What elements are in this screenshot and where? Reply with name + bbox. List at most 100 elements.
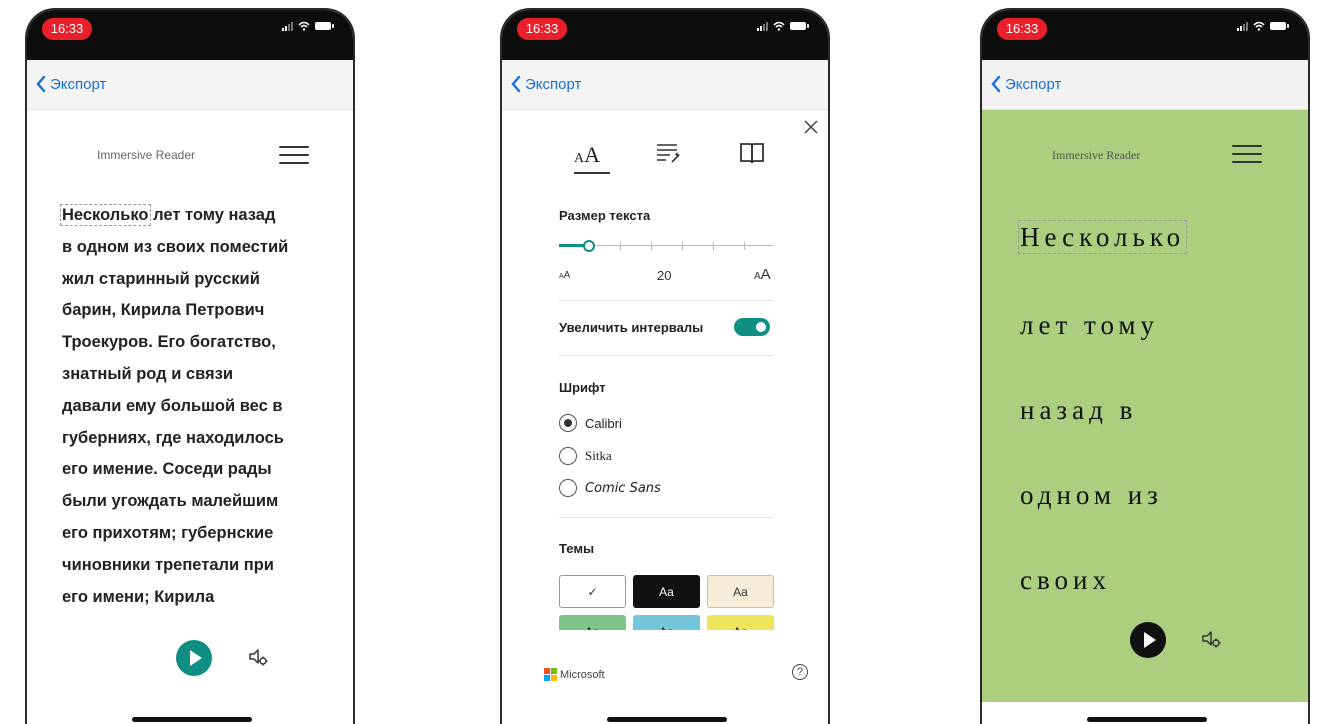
- reader-line: Несколько: [1017, 220, 1188, 254]
- slider-tick: [744, 242, 745, 250]
- status-icons: [282, 21, 334, 31]
- play-icon: [1143, 632, 1156, 648]
- back-button[interactable]: Экспорт: [990, 75, 1061, 93]
- nav-bar: Экспорт: [27, 60, 353, 110]
- small-text-icon: AA: [559, 270, 571, 281]
- text-size-slider[interactable]: [559, 240, 773, 252]
- large-text-icon: AA: [754, 266, 771, 283]
- radio-button[interactable]: [559, 479, 577, 497]
- tab-reading-preferences[interactable]: [732, 140, 772, 180]
- status-time: 16:33: [42, 18, 92, 40]
- status-time: 16:33: [517, 18, 567, 40]
- book-icon: [740, 143, 764, 164]
- toggle-knob: [756, 322, 766, 332]
- back-button[interactable]: Экспорт: [35, 75, 106, 93]
- theme-white[interactable]: ✓: [559, 575, 626, 608]
- spacing-label: Увеличить интервалы: [559, 320, 704, 335]
- reader-passage: Несколько лет тому назад в одном из свои…: [60, 200, 332, 613]
- reader-line: одном из: [1020, 480, 1163, 510]
- reader-title: Immersive Reader: [1052, 148, 1141, 162]
- reader-line: своих: [1020, 565, 1111, 595]
- passage-text: лет тому назад в одном из своих поместий…: [62, 206, 289, 606]
- theme-blue[interactable]: Aa: [633, 615, 700, 630]
- back-label: Экспорт: [1005, 75, 1062, 93]
- tab-text-preferences[interactable]: AA: [567, 140, 610, 180]
- text-size-icon: AA: [573, 142, 600, 167]
- battery-icon: [1270, 22, 1289, 30]
- chevron-left-icon: [36, 75, 46, 93]
- chevron-left-icon: [511, 75, 521, 93]
- home-indicator[interactable]: [607, 717, 727, 722]
- radio-selected-dot: [564, 419, 572, 427]
- wifi-icon: [298, 21, 310, 31]
- wifi-icon: [773, 21, 785, 31]
- font-option-calibri[interactable]: Calibri: [559, 414, 622, 432]
- phone-focus-view: 16:33 Экспорт Immersive Reader Несколько…: [980, 8, 1310, 724]
- font-option-comic-sans[interactable]: Comic Sans: [559, 479, 661, 497]
- themes-label: Темы: [559, 541, 595, 556]
- microsoft-brand: Microsoft: [560, 668, 605, 681]
- grammar-options-icon: [657, 144, 680, 163]
- theme-yellow[interactable]: Aa: [707, 615, 774, 630]
- status-bar: 16:33: [27, 10, 353, 60]
- text-size-label: Размер текста: [559, 208, 651, 223]
- voice-settings-icon[interactable]: [247, 646, 269, 668]
- font-option-label: Sitka: [585, 448, 612, 463]
- wifi-icon: [1253, 21, 1265, 31]
- voice-settings-icon[interactable]: [1200, 628, 1222, 650]
- theme-cream[interactable]: Aa: [707, 575, 774, 608]
- home-indicator[interactable]: [132, 717, 252, 722]
- status-icons: [757, 21, 809, 31]
- play-button[interactable]: [176, 640, 212, 676]
- divider: [559, 300, 773, 301]
- settings-tabs: AA: [562, 140, 772, 180]
- spacing-toggle[interactable]: [734, 318, 770, 336]
- highlighted-word[interactable]: Несколько: [1017, 220, 1188, 254]
- tab-grammar-options[interactable]: [648, 140, 688, 180]
- battery-icon: [790, 22, 809, 30]
- chevron-left-icon: [991, 75, 1001, 93]
- slider-tick: [682, 242, 683, 250]
- back-label: Экспорт: [525, 75, 582, 93]
- theme-green[interactable]: Aa: [559, 615, 626, 630]
- close-icon[interactable]: [804, 120, 818, 134]
- theme-black[interactable]: Aa: [633, 575, 700, 608]
- battery-icon: [315, 22, 334, 30]
- font-option-label: Calibri: [585, 415, 622, 431]
- phone-settings-view: 16:33 Экспорт AA Размер текста AA 20 AA …: [500, 8, 830, 724]
- signal-icon: [757, 21, 768, 31]
- home-indicator[interactable]: [1087, 717, 1207, 722]
- status-bar: 16:33: [982, 10, 1308, 60]
- reader-line: назад в: [1020, 395, 1138, 425]
- font-label: Шрифт: [559, 380, 606, 395]
- menu-icon[interactable]: [1232, 145, 1262, 163]
- reader-line: лет тому: [1020, 310, 1160, 340]
- microsoft-logo: Microsoft: [544, 668, 605, 681]
- highlighted-word[interactable]: Несколько: [60, 204, 151, 226]
- radio-button[interactable]: [559, 414, 577, 432]
- play-icon: [189, 650, 202, 666]
- help-icon[interactable]: ?: [792, 664, 808, 680]
- menu-icon[interactable]: [279, 146, 309, 164]
- font-option-sitka[interactable]: Sitka: [559, 447, 612, 465]
- text-size-value: 20: [657, 268, 672, 283]
- theme-grid: ✓ Aa Aa Aa Aa Aa: [559, 575, 775, 630]
- phone-reader-view: 16:33 Экспорт Immersive Reader Несколько…: [25, 8, 355, 724]
- font-option-label: Comic Sans: [585, 480, 661, 496]
- radio-button[interactable]: [559, 447, 577, 465]
- slider-tick: [620, 242, 621, 250]
- slider-thumb[interactable]: [582, 240, 595, 252]
- active-tab-indicator: [574, 172, 610, 174]
- back-label: Экспорт: [50, 75, 107, 93]
- divider: [559, 355, 773, 356]
- divider: [559, 517, 773, 518]
- slider-tick: [651, 242, 652, 250]
- status-time: 16:33: [997, 18, 1047, 40]
- nav-bar: Экспорт: [502, 60, 828, 110]
- back-button[interactable]: Экспорт: [510, 75, 581, 93]
- status-icons: [1237, 21, 1289, 31]
- signal-icon: [282, 21, 293, 31]
- play-button[interactable]: [1130, 622, 1166, 658]
- reader-title: Immersive Reader: [97, 148, 196, 162]
- signal-icon: [1237, 21, 1248, 31]
